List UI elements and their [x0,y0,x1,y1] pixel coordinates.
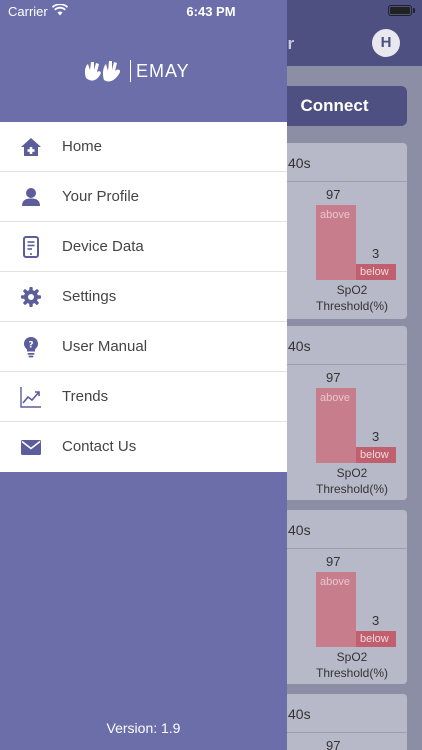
avatar[interactable]: H [372,29,400,57]
menu-item-label: Home [62,138,103,155]
below-value: 3 [372,613,380,628]
emay-logo: EMAY [82,56,206,86]
status-bar: Carrier 6:43 PM [0,0,422,24]
below-value: 3 [372,429,380,444]
card-title: 40s [288,155,311,171]
lightbulb-icon: ? [24,337,38,358]
above-value: 97 [326,370,341,385]
menu-item-home[interactable]: Home [0,122,287,172]
menu-item-your-profile[interactable]: Your Profile [0,172,287,222]
menu-item-label: Trends [62,388,109,405]
hands-logo-icon [84,61,121,82]
above-value: 97 [326,187,341,202]
menu-item-contact-us[interactable]: Contact Us [0,422,287,472]
trend-icon [20,387,41,408]
above-value: 97 [326,554,341,569]
above-label: above [320,209,350,221]
menu-item-user-manual[interactable]: ? User Manual [0,322,287,372]
drawer-menu: Home Your Profile Device Data Settings ?… [0,122,287,472]
below-label: below [360,266,389,278]
card-title: 40s [288,522,311,538]
logo-text: EMAY [136,61,190,81]
above-label: above [320,392,350,404]
menu-item-label: Settings [62,288,117,305]
menu-item-label: Your Profile [62,188,139,205]
home-icon [21,138,41,156]
menu-item-label: User Manual [62,338,148,355]
menu-item-settings[interactable]: Settings [0,272,287,322]
battery-icon [388,5,412,16]
gear-icon [21,287,41,307]
profile-icon [22,188,40,206]
below-value: 3 [372,246,380,261]
card-title: 40s [288,706,311,722]
below-label: below [360,449,389,461]
chart-caption: SpO2 Threshold(%) [315,466,389,496]
menu-item-device-data[interactable]: Device Data [0,222,287,272]
above-value: 97 [326,738,341,750]
menu-item-label: Contact Us [62,438,137,455]
device-icon [23,236,39,258]
menu-item-trends[interactable]: Trends [0,372,287,422]
below-label: below [360,633,389,645]
chart-caption: SpO2 Threshold(%) [315,650,389,680]
svg-text:?: ? [28,341,33,351]
above-label: above [320,576,350,588]
mail-icon [21,440,41,455]
menu-item-label: Device Data [62,238,144,255]
chart-caption: SpO2 Threshold(%) [315,283,389,313]
version-label: Version: 1.9 [106,720,181,736]
side-drawer: EMAY Home Your Profile Device Data Setti… [0,0,287,750]
clock: 6:43 PM [186,4,236,19]
card-title: 40s [288,338,311,354]
